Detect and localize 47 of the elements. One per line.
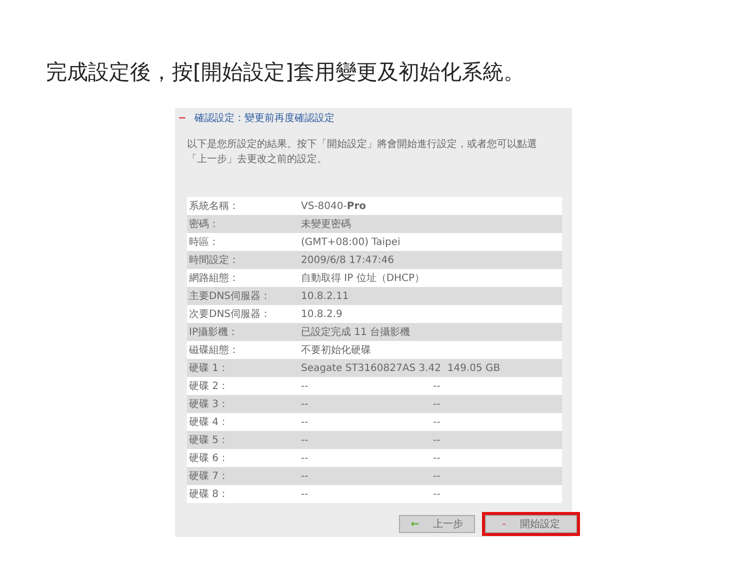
row-label: 系統名稱： (188, 200, 240, 213)
row-label: 密碼： (188, 218, 220, 231)
intro-text: 以下是您所設定的結果。按下「開始設定」將會開始進行設定，或者您可以點選「上一步」去更改之前的設定。 (186, 138, 538, 167)
collapse-marker: − (178, 112, 186, 124)
row-label: 磁碟組態： (188, 344, 240, 357)
row-label: 硬碟 4： (188, 416, 230, 429)
row-label: 時間設定： (188, 254, 240, 267)
row-label: 硬碟 6： (188, 452, 230, 465)
row-label: 網路組態： (188, 272, 240, 285)
row-value: 未變更密碼 (301, 218, 352, 231)
row-value: -- (433, 470, 440, 482)
row-value: -- (301, 434, 310, 446)
row-label: 硬碟 8： (188, 488, 230, 501)
row-value: -- (433, 452, 440, 464)
row-value: -- (301, 452, 310, 464)
row-value: -- (433, 416, 440, 428)
row-value: 自動取得 IP 位址（DHCP） (301, 272, 426, 285)
row-value: 2009/6/8 17:47:46 (301, 254, 396, 266)
row-value: -- (433, 380, 440, 392)
row-value: -- (301, 470, 310, 482)
wizard-button[interactable]: ← 上一步 (399, 515, 475, 533)
row-value: 10.8.2.9 (301, 308, 344, 320)
row-label: IP攝影機： (188, 326, 239, 339)
row-label: 次要DNS伺服器： (188, 308, 272, 321)
row-value: -- (433, 488, 440, 500)
row-label: 時區： (188, 236, 220, 249)
row-label: 硬碟 1： (188, 362, 230, 375)
row-value: 不要初始化硬碟 (301, 344, 372, 357)
row-label: 硬碟 2： (188, 380, 230, 393)
panel-heading: 確認設定：變更前再度確認設定 (194, 112, 334, 125)
row-value: 已設定完成 11 台攝影機 (301, 326, 412, 339)
row-label: 硬碟 5： (188, 434, 230, 447)
row-value: VS-8040-Pro (301, 200, 367, 212)
row-value: -- (433, 398, 440, 410)
row-value: -- (433, 434, 440, 446)
wizard-button[interactable]: - 開始設定 (485, 515, 577, 533)
row-value: -- (301, 398, 310, 410)
row-value: -- (301, 380, 310, 392)
row-value: 10.8.2.11 (301, 290, 350, 302)
row-label: 硬碟 7： (188, 470, 230, 483)
slide-title: 完成設定後，按[開始設定]套用變更及初始化系統。 (46, 59, 524, 86)
row-value: -- (301, 416, 310, 428)
row-value: (GMT+08:00) Taipei (301, 236, 402, 248)
row-value: Seagate ST3160827AS 3.42 149.05 GB (301, 362, 500, 374)
row-label: 硬碟 3： (188, 398, 230, 411)
row-label: 主要DNS伺服器： (188, 290, 272, 303)
row-value: -- (301, 488, 310, 500)
